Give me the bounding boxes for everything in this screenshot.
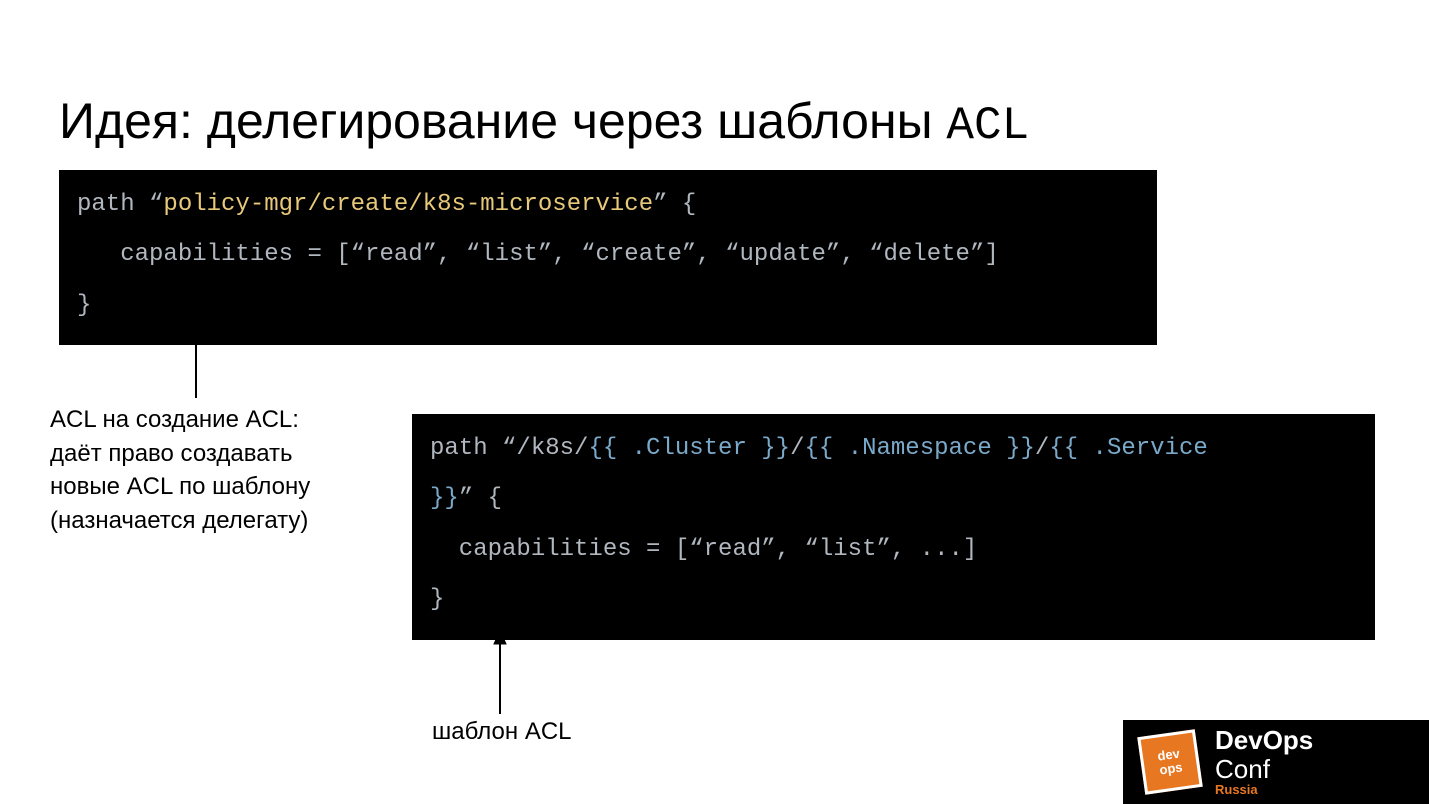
code-block-acl-create: path “policy-mgr/create/k8s-microservice… [59,170,1157,345]
code2-q1: “ [502,435,516,462]
code2-t2: {{ .Namespace }} [804,435,1034,462]
annotation-left-l1: ACL на создание ACL: [50,403,370,437]
footer-logo: dev ops DevOps Conf Russia [1123,720,1429,804]
slide-title: Идея: делегирование через шаблоны ACL [59,92,1029,152]
code2-p1: /k8s/ [516,435,588,462]
badge-l2: ops [1159,760,1184,777]
code2-p2: / [790,435,804,462]
logo-line1: DevOps [1215,726,1313,755]
logo-line3: Russia [1215,783,1313,797]
code1-q1: “ [149,191,163,218]
slide: Идея: делегирование через шаблоны ACL pa… [0,0,1429,804]
code2-l3: } [430,586,444,613]
code1-path: policy-mgr/create/k8s-microservice [163,191,653,218]
arrow-bottom-icon [490,630,510,714]
annotation-left-l2: даёт право создавать [50,437,370,471]
code2-q2: ” [459,485,473,512]
title-text: Идея: делегирование через шаблоны [59,93,946,149]
arrow-left-icon [186,320,206,398]
code2-t1: {{ .Cluster }} [588,435,790,462]
code2-kw: path [430,435,502,462]
annotation-left-l4: (назначается делегату) [50,504,370,538]
logo-line2: Conf [1215,755,1313,784]
annotation-left-l3: новые ACL по шаблону [50,470,370,504]
title-mono: ACL [946,100,1029,152]
devops-badge-icon: dev ops [1137,729,1203,795]
annotation-template: шаблон ACL [432,718,572,746]
code2-brace: { [473,485,502,512]
code1-kw: path [77,191,149,218]
code2-l2: capabilities = [“read”, “list”, ...] [430,536,977,563]
code2-p3: / [1035,435,1049,462]
logo-text: DevOps Conf Russia [1215,726,1313,797]
code1-q2: ” [653,191,667,218]
code-block-acl-template: path “/k8s/{{ .Cluster }}/{{ .Namespace … [412,414,1375,640]
code1-l3: } [77,292,91,319]
code1-brace: { [668,191,697,218]
annotation-acl-create: ACL на создание ACL: даёт право создават… [50,403,370,537]
code1-l2: capabilities = [“read”, “list”, “create”… [77,241,999,268]
